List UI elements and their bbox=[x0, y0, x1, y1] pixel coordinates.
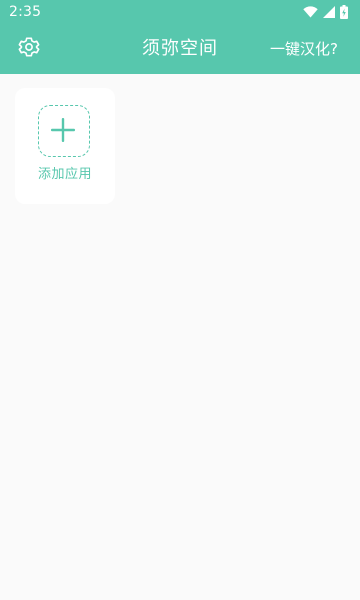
app-bar: 须弥空间 一键汉化? bbox=[0, 24, 360, 74]
battery-charging-icon bbox=[340, 5, 348, 19]
add-app-box bbox=[38, 105, 90, 157]
add-app-label: 添加应用 bbox=[37, 167, 92, 182]
status-time: 2:35 bbox=[9, 4, 42, 20]
status-icons bbox=[303, 4, 348, 20]
signal-icon bbox=[323, 6, 335, 18]
app-grid: 添加应用 bbox=[0, 74, 360, 600]
wifi-icon bbox=[303, 6, 318, 18]
translate-button[interactable]: 一键汉化? bbox=[270, 39, 338, 59]
status-bar: 2:35 bbox=[0, 0, 360, 24]
add-app-card[interactable]: 添加应用 bbox=[15, 88, 115, 204]
